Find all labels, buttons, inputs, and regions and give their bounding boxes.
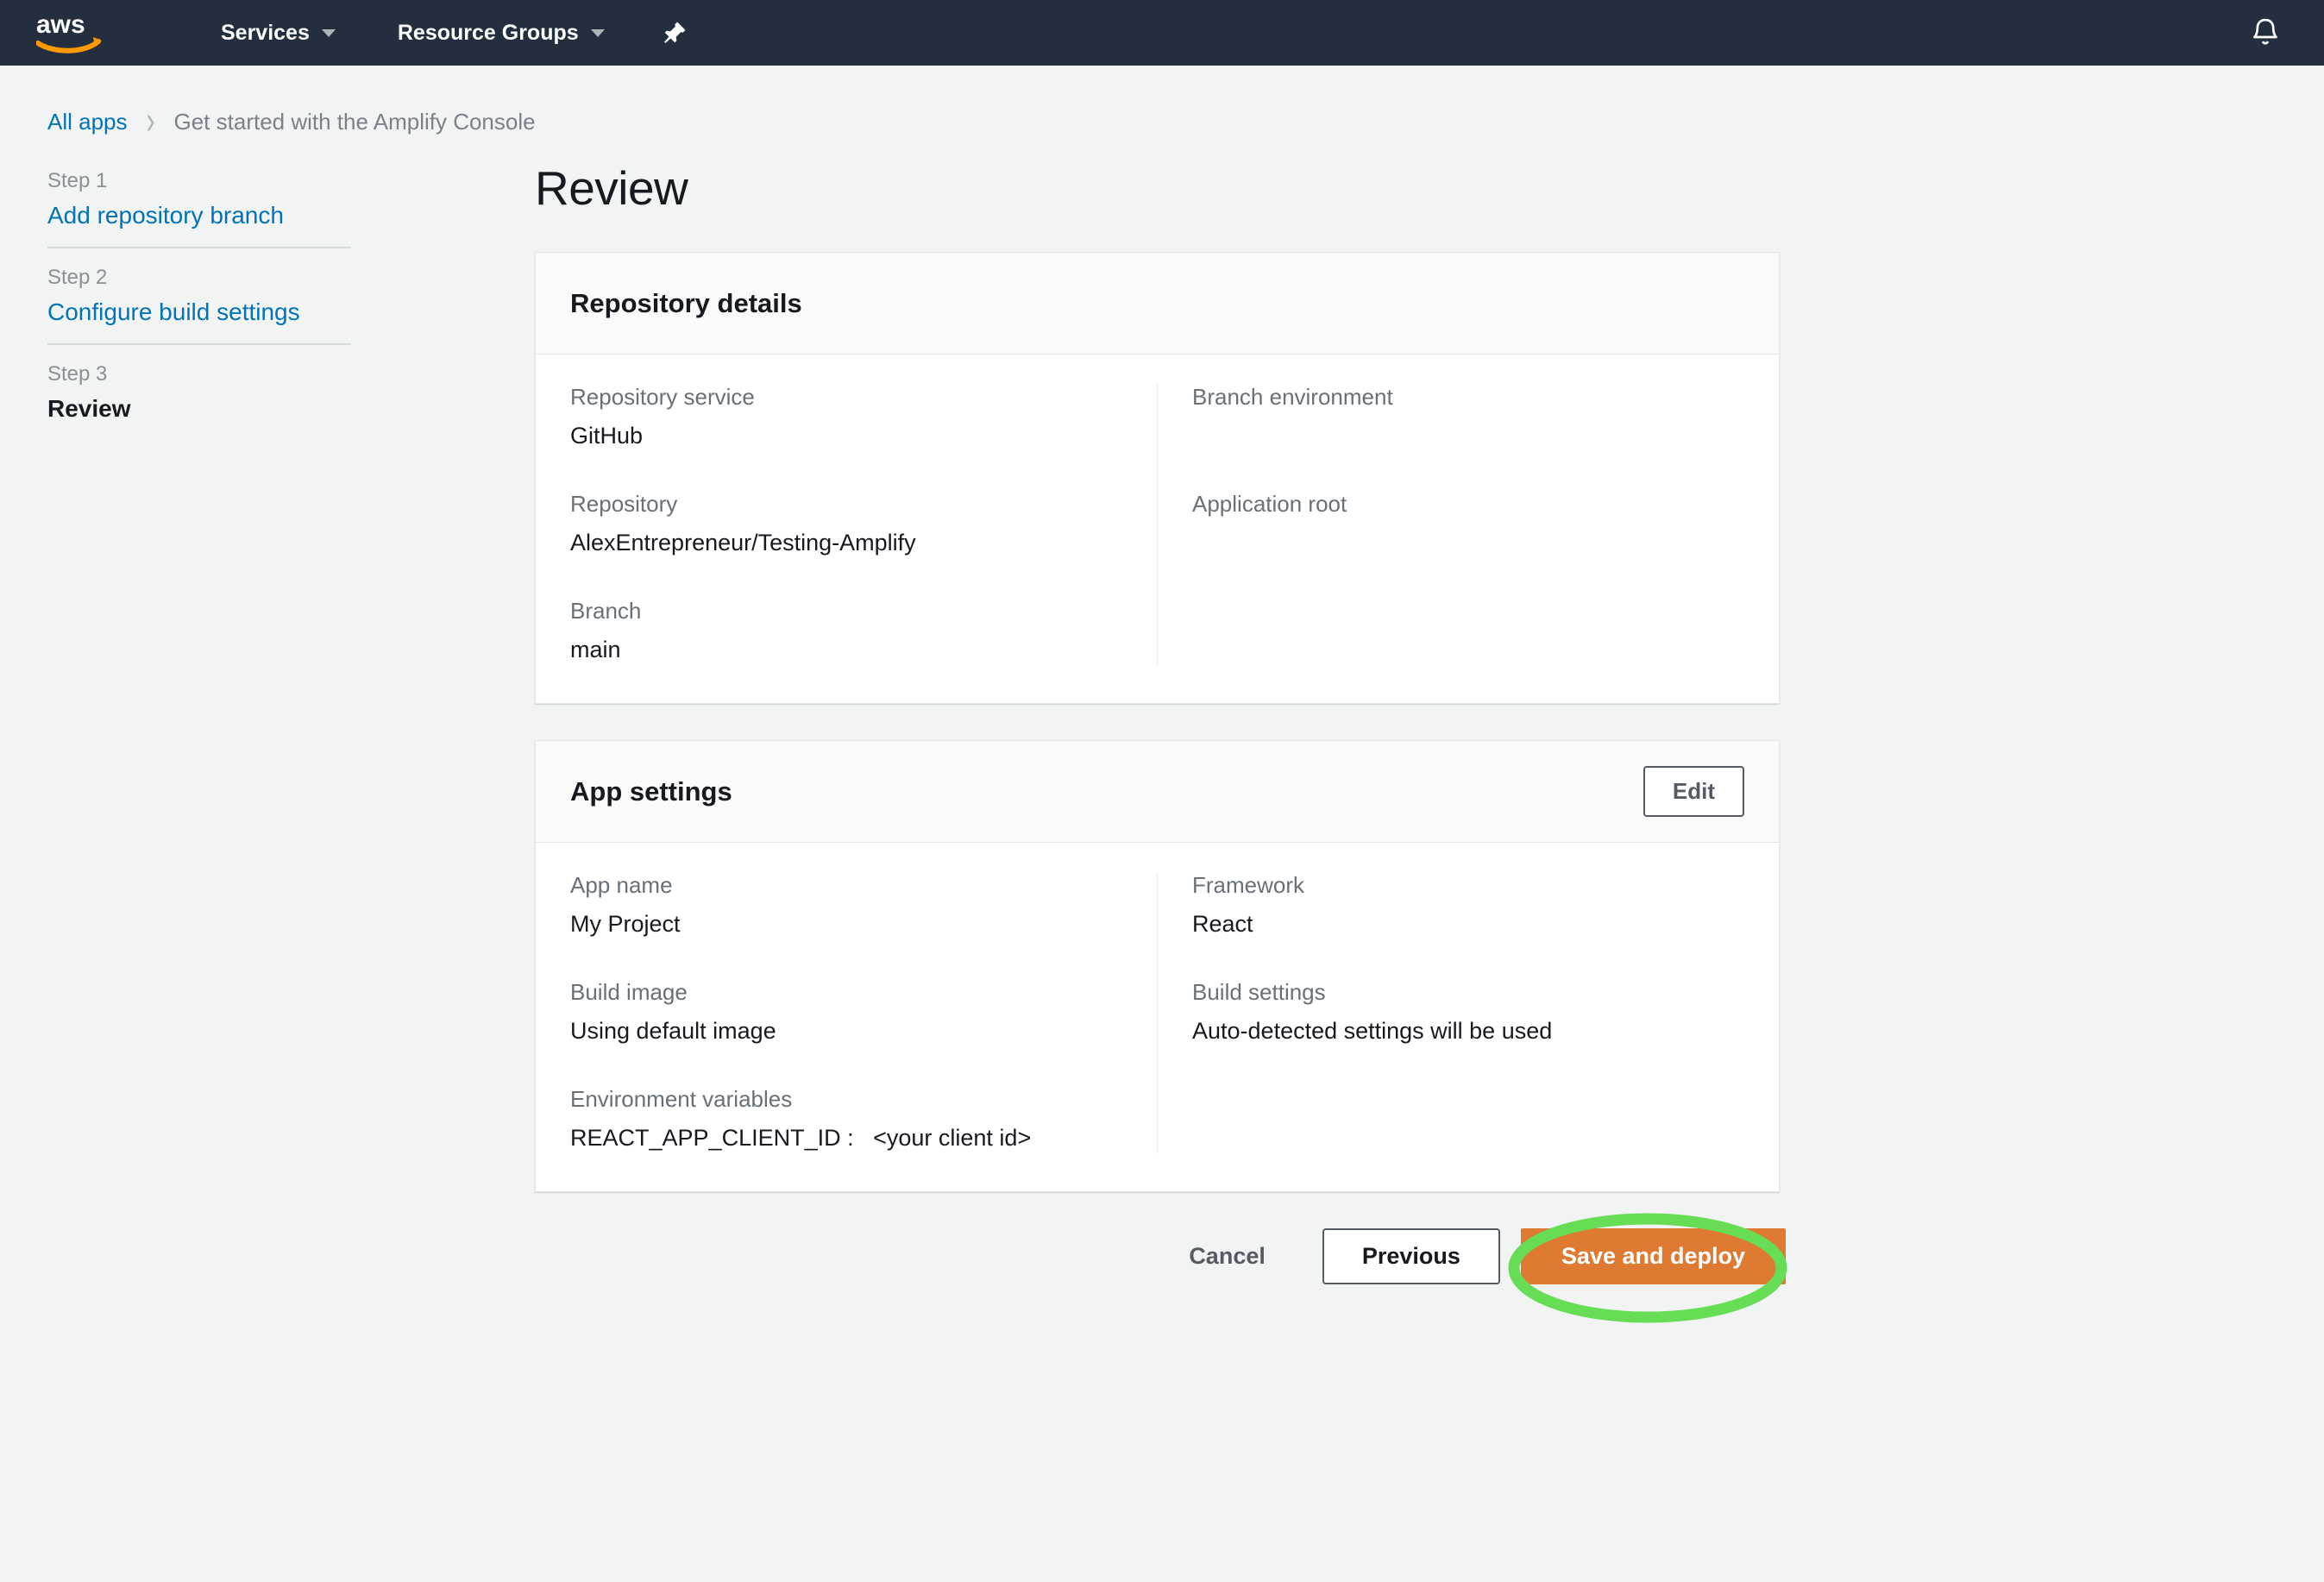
chevron-down-icon bbox=[590, 28, 605, 37]
field-label: Environment variables bbox=[570, 1086, 793, 1112]
field-label: Repository bbox=[570, 491, 678, 517]
repository-details-title: Repository details bbox=[570, 287, 802, 318]
repository-details-card-header: Repository details bbox=[536, 253, 1779, 355]
step-divider bbox=[47, 247, 351, 248]
repository-details-card: Repository details Repository service Gi… bbox=[535, 252, 1780, 704]
wizard-footer-actions: Cancel Previous Save and deploy bbox=[535, 1228, 1786, 1284]
save-and-deploy-button[interactable]: Save and deploy bbox=[1520, 1228, 1786, 1284]
field-branch: Branch main bbox=[570, 598, 1122, 665]
notifications-bell-icon[interactable] bbox=[2248, 16, 2283, 50]
step-2-label[interactable]: Configure build settings bbox=[47, 298, 351, 326]
cancel-button[interactable]: Cancel bbox=[1180, 1231, 1274, 1282]
breadcrumb: All apps › Get started with the Amplify … bbox=[47, 100, 536, 143]
nav-resource-groups-label: Resource Groups bbox=[397, 20, 579, 45]
nav-services-menu[interactable]: Services bbox=[209, 0, 348, 66]
field-build-image: Build image Using default image bbox=[570, 979, 1122, 1046]
field-value: AlexEntrepreneur/Testing-Amplify bbox=[570, 530, 916, 556]
field-value: My Project bbox=[570, 911, 681, 937]
field-value: Using default image bbox=[570, 1018, 776, 1044]
breadcrumb-all-apps-link[interactable]: All apps bbox=[47, 109, 128, 135]
step-1-label[interactable]: Add repository branch bbox=[47, 202, 351, 229]
repository-details-left-column: Repository service GitHub Repository Ale… bbox=[536, 384, 1158, 665]
step-3-number: Step 3 bbox=[47, 362, 108, 386]
field-framework: Framework React bbox=[1192, 872, 1744, 939]
sidebar-item-step-1[interactable]: Step 1 Add repository branch bbox=[47, 169, 351, 247]
svg-text:aws: aws bbox=[36, 10, 85, 39]
field-repository: Repository AlexEntrepreneur/Testing-Ampl… bbox=[570, 491, 1122, 558]
breadcrumb-current-page: Get started with the Amplify Console bbox=[173, 108, 536, 135]
aws-logo-icon[interactable]: aws bbox=[35, 10, 105, 55]
field-value: GitHub bbox=[570, 423, 644, 449]
field-label: Build settings bbox=[1192, 979, 1326, 1005]
field-value: Auto-detected settings will be used bbox=[1192, 1018, 1553, 1044]
chevron-down-icon bbox=[321, 28, 336, 37]
field-value: REACT_APP_CLIENT_ID : <your client id> bbox=[570, 1125, 1032, 1151]
previous-button[interactable]: Previous bbox=[1322, 1228, 1500, 1284]
field-label: Repository service bbox=[570, 384, 755, 410]
field-environment-variables: Environment variables REACT_APP_CLIENT_I… bbox=[570, 1086, 1122, 1153]
field-branch-environment: Branch environment bbox=[1192, 384, 1744, 451]
aws-top-navigation: aws Services Resource Groups bbox=[0, 0, 2324, 66]
nav-resource-groups-menu[interactable]: Resource Groups bbox=[386, 0, 617, 66]
field-value bbox=[1192, 530, 1744, 558]
step-divider bbox=[47, 343, 351, 345]
app-settings-card-header: App settings Edit bbox=[536, 741, 1779, 843]
field-value: React bbox=[1192, 911, 1253, 937]
breadcrumb-separator-icon: › bbox=[146, 99, 155, 143]
field-label: Build image bbox=[570, 979, 688, 1005]
app-settings-card: App settings Edit App name My Project Bu… bbox=[535, 740, 1780, 1192]
repository-details-card-body: Repository service GitHub Repository Ale… bbox=[536, 355, 1779, 703]
step-2-number: Step 2 bbox=[47, 266, 108, 289]
field-value bbox=[1192, 423, 1744, 451]
field-value: main bbox=[570, 637, 621, 662]
page-title: Review bbox=[535, 161, 688, 215]
app-settings-right-column: Framework React Build settings Auto-dete… bbox=[1158, 872, 1779, 1153]
field-app-name: App name My Project bbox=[570, 872, 1122, 939]
edit-app-settings-button[interactable]: Edit bbox=[1643, 766, 1744, 817]
app-settings-title: App settings bbox=[570, 775, 732, 807]
field-label: Branch bbox=[570, 598, 642, 624]
wizard-step-navigation: Step 1 Add repository branch Step 2 Conf… bbox=[47, 169, 351, 440]
app-settings-card-body: App name My Project Build image Using de… bbox=[536, 843, 1779, 1191]
field-application-root: Application root bbox=[1192, 491, 1744, 558]
pin-icon[interactable] bbox=[660, 18, 689, 47]
step-3-label: Review bbox=[47, 395, 131, 422]
field-label: Framework bbox=[1192, 872, 1305, 898]
main-content: Review Repository details Repository ser… bbox=[535, 160, 1786, 1192]
field-label: Application root bbox=[1192, 491, 1347, 517]
sidebar-item-step-2[interactable]: Step 2 Configure build settings bbox=[47, 266, 351, 343]
nav-services-label: Services bbox=[221, 20, 310, 45]
field-repository-service: Repository service GitHub bbox=[570, 384, 1122, 451]
repository-details-right-column: Branch environment Application root bbox=[1158, 384, 1779, 665]
sidebar-item-step-3[interactable]: Step 3 Review bbox=[47, 362, 351, 440]
app-settings-left-column: App name My Project Build image Using de… bbox=[536, 872, 1158, 1153]
field-label: Branch environment bbox=[1192, 384, 1393, 410]
field-label: App name bbox=[570, 872, 673, 898]
step-1-number: Step 1 bbox=[47, 169, 108, 192]
field-build-settings: Build settings Auto-detected settings wi… bbox=[1192, 979, 1744, 1046]
